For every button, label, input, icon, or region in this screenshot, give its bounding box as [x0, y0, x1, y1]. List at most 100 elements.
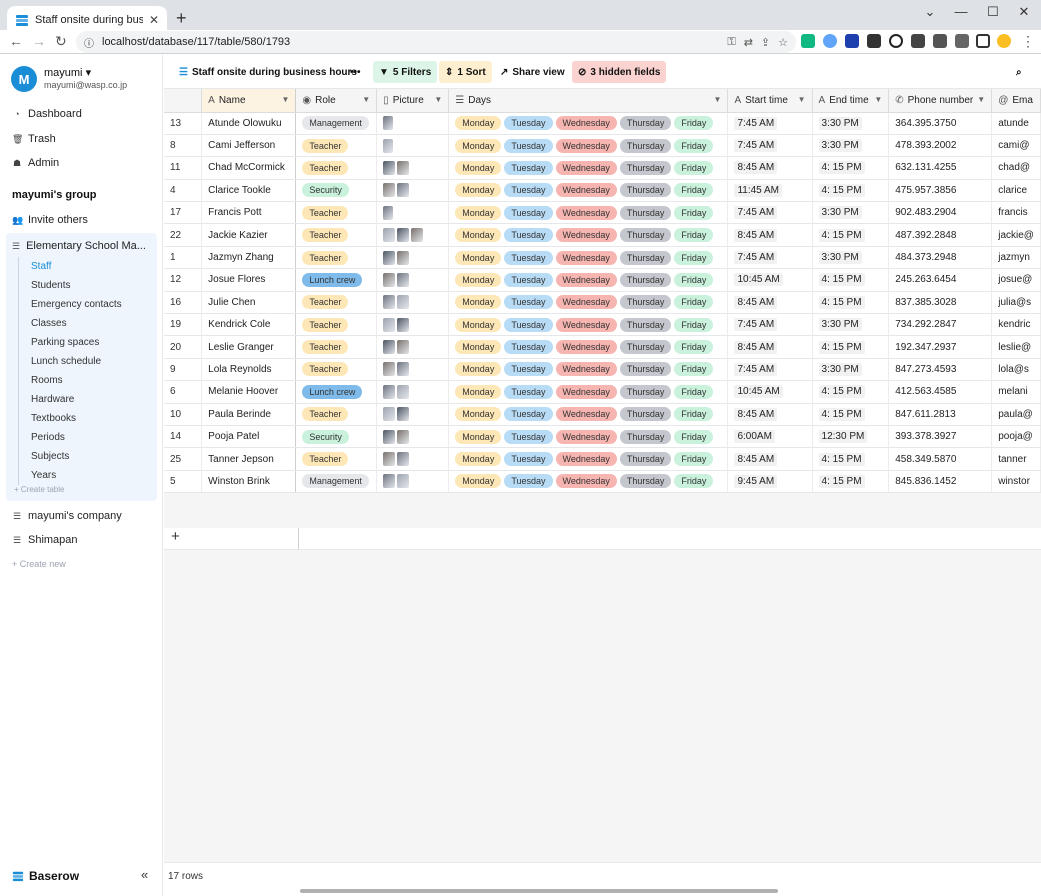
- phone-cell[interactable]: 475.957.3856: [888, 179, 993, 203]
- phone-cell[interactable]: 458.349.5870: [888, 447, 993, 471]
- end-time-cell[interactable]: 4: 15 PM: [812, 291, 890, 315]
- role-cell[interactable]: Management: [295, 112, 378, 135]
- translate-icon[interactable]: ⇄: [744, 36, 753, 49]
- collapse-sidebar-button[interactable]: «: [141, 867, 148, 882]
- chevron-down-icon[interactable]: ▼: [714, 95, 722, 104]
- start-time-cell[interactable]: 8:45 AM: [727, 335, 813, 359]
- name-cell[interactable]: Jackie Kazier: [201, 223, 297, 247]
- column-header-start-time[interactable]: A Start time ▼: [727, 89, 813, 113]
- role-cell[interactable]: Teacher: [295, 201, 378, 225]
- email-cell[interactable]: clarice: [991, 179, 1041, 203]
- extension-sliders-icon[interactable]: [933, 34, 947, 48]
- name-cell[interactable]: Cami Jefferson: [201, 134, 297, 158]
- picture-thumbnail[interactable]: [383, 272, 396, 287]
- picture-thumbnail[interactable]: [397, 384, 410, 399]
- sidebar-item-hardware[interactable]: Hardware: [19, 390, 122, 409]
- role-cell[interactable]: Security: [295, 179, 378, 203]
- email-cell[interactable]: atunde: [991, 112, 1041, 135]
- view-selector[interactable]: ☰ Staff onsite during business hours: [173, 61, 363, 83]
- picture-thumbnail[interactable]: [383, 295, 396, 310]
- table-row[interactable]: 14 Pooja Patel Security Monday Tuesday Wednes…: [164, 425, 1041, 449]
- table-row[interactable]: 9 Lola Reynolds Teacher Monday Tuesday Wednes…: [164, 358, 1041, 382]
- end-time-cell[interactable]: 3:30 PM: [812, 358, 890, 382]
- name-cell[interactable]: Francis Pott: [201, 201, 297, 225]
- days-cell[interactable]: Monday Tuesday Wednesday Thursday Friday: [448, 313, 729, 337]
- start-time-cell[interactable]: 8:45 AM: [727, 291, 813, 315]
- chevron-down-icon[interactable]: ▼: [434, 95, 442, 104]
- days-cell[interactable]: Monday Tuesday Wednesday Thursday Friday: [448, 112, 729, 135]
- role-cell[interactable]: Teacher: [295, 223, 378, 247]
- end-time-cell[interactable]: 3:30 PM: [812, 313, 890, 337]
- picture-thumbnail[interactable]: [397, 407, 410, 422]
- email-cell[interactable]: paula@: [991, 403, 1041, 426]
- phone-cell[interactable]: 837.385.3028: [888, 291, 993, 315]
- picture-cell[interactable]: [376, 380, 450, 404]
- picture-thumbnail[interactable]: [383, 116, 394, 131]
- start-time-cell[interactable]: 7:45 AM: [727, 246, 813, 270]
- chevron-down-icon[interactable]: ⌄: [920, 4, 940, 20]
- role-cell[interactable]: Security: [295, 425, 378, 449]
- end-time-cell[interactable]: 3:30 PM: [812, 246, 890, 270]
- start-time-cell[interactable]: 11:45 AM: [727, 179, 813, 203]
- sidebar-item-staff[interactable]: Staff: [19, 257, 122, 276]
- chevron-down-icon[interactable]: ▼: [977, 95, 985, 104]
- add-row-button[interactable]: +: [164, 528, 299, 550]
- phone-cell[interactable]: 364.395.3750: [888, 112, 993, 135]
- start-time-cell[interactable]: 7:45 AM: [727, 358, 813, 382]
- picture-thumbnail[interactable]: [383, 474, 396, 489]
- side-panel-icon[interactable]: [976, 34, 990, 48]
- name-cell[interactable]: Josue Flores: [201, 268, 297, 292]
- chevron-down-icon[interactable]: ▼: [362, 95, 370, 104]
- sidebar-item-parking-spaces[interactable]: Parking spaces: [19, 333, 122, 352]
- start-time-cell[interactable]: 8:45 AM: [727, 156, 813, 180]
- start-time-cell[interactable]: 6:00AM: [727, 425, 813, 449]
- picture-cell[interactable]: [376, 335, 450, 359]
- phone-cell[interactable]: 245.263.6454: [888, 268, 993, 292]
- picture-cell[interactable]: [376, 470, 450, 494]
- days-cell[interactable]: Monday Tuesday Wednesday Thursday Friday: [448, 447, 729, 471]
- picture-thumbnail[interactable]: [383, 160, 396, 175]
- picture-thumbnail[interactable]: [397, 362, 410, 377]
- email-cell[interactable]: jackie@: [991, 223, 1041, 247]
- sidebar-item-trash[interactable]: 🗑 Trash: [12, 133, 56, 145]
- start-time-cell[interactable]: 7:45 AM: [727, 112, 813, 135]
- picture-thumbnail[interactable]: [383, 138, 394, 153]
- extensions-puzzle-icon[interactable]: [955, 34, 969, 48]
- name-cell[interactable]: Lola Reynolds: [201, 358, 297, 382]
- picture-thumbnail[interactable]: [383, 340, 396, 355]
- maximize-icon[interactable]: ☐: [983, 4, 1003, 20]
- name-cell[interactable]: Melanie Hoover: [201, 380, 297, 404]
- sidebar-item-rooms[interactable]: Rooms: [19, 371, 122, 390]
- end-time-cell[interactable]: 4: 15 PM: [812, 403, 890, 426]
- name-cell[interactable]: Jazmyn Zhang: [201, 246, 297, 270]
- column-header-role[interactable]: ◉ Role ▼: [295, 89, 378, 113]
- chevron-down-icon[interactable]: ▼: [798, 95, 806, 104]
- forward-icon[interactable]: →: [32, 33, 46, 49]
- phone-cell[interactable]: 412.563.4585: [888, 380, 993, 404]
- name-cell[interactable]: Clarice Tookle: [201, 179, 297, 203]
- email-cell[interactable]: pooja@: [991, 425, 1041, 449]
- table-row[interactable]: 22 Jackie Kazier Teacher Monday Tuesday Wedne…: [164, 223, 1041, 247]
- view-more-button[interactable]: •••: [344, 61, 367, 83]
- picture-thumbnail[interactable]: [383, 183, 396, 198]
- picture-thumbnail[interactable]: [383, 250, 396, 265]
- picture-cell[interactable]: [376, 223, 450, 247]
- role-cell[interactable]: Management: [295, 470, 378, 494]
- end-time-cell[interactable]: 3:30 PM: [812, 112, 890, 135]
- sidebar-item-years[interactable]: Years: [19, 466, 122, 485]
- email-cell[interactable]: jazmyn: [991, 246, 1041, 270]
- days-cell[interactable]: Monday Tuesday Wednesday Thursday Friday: [448, 291, 729, 315]
- role-cell[interactable]: Teacher: [295, 291, 378, 315]
- horizontal-scrollbar[interactable]: [300, 889, 778, 893]
- role-cell[interactable]: Teacher: [295, 335, 378, 359]
- column-header-name[interactable]: A Name ▼: [201, 89, 297, 113]
- phone-cell[interactable]: 393.378.3927: [888, 425, 993, 449]
- email-cell[interactable]: winstor: [991, 470, 1041, 494]
- new-tab-icon[interactable]: +: [176, 8, 187, 29]
- chevron-down-icon[interactable]: ▼: [281, 95, 289, 104]
- role-cell[interactable]: Teacher: [295, 447, 378, 471]
- role-cell[interactable]: Teacher: [295, 134, 378, 158]
- table-row[interactable]: 16 Julie Chen Teacher Monday Tuesday Wednesda…: [164, 291, 1041, 315]
- email-cell[interactable]: josue@: [991, 268, 1041, 292]
- phone-cell[interactable]: 632.131.4255: [888, 156, 993, 180]
